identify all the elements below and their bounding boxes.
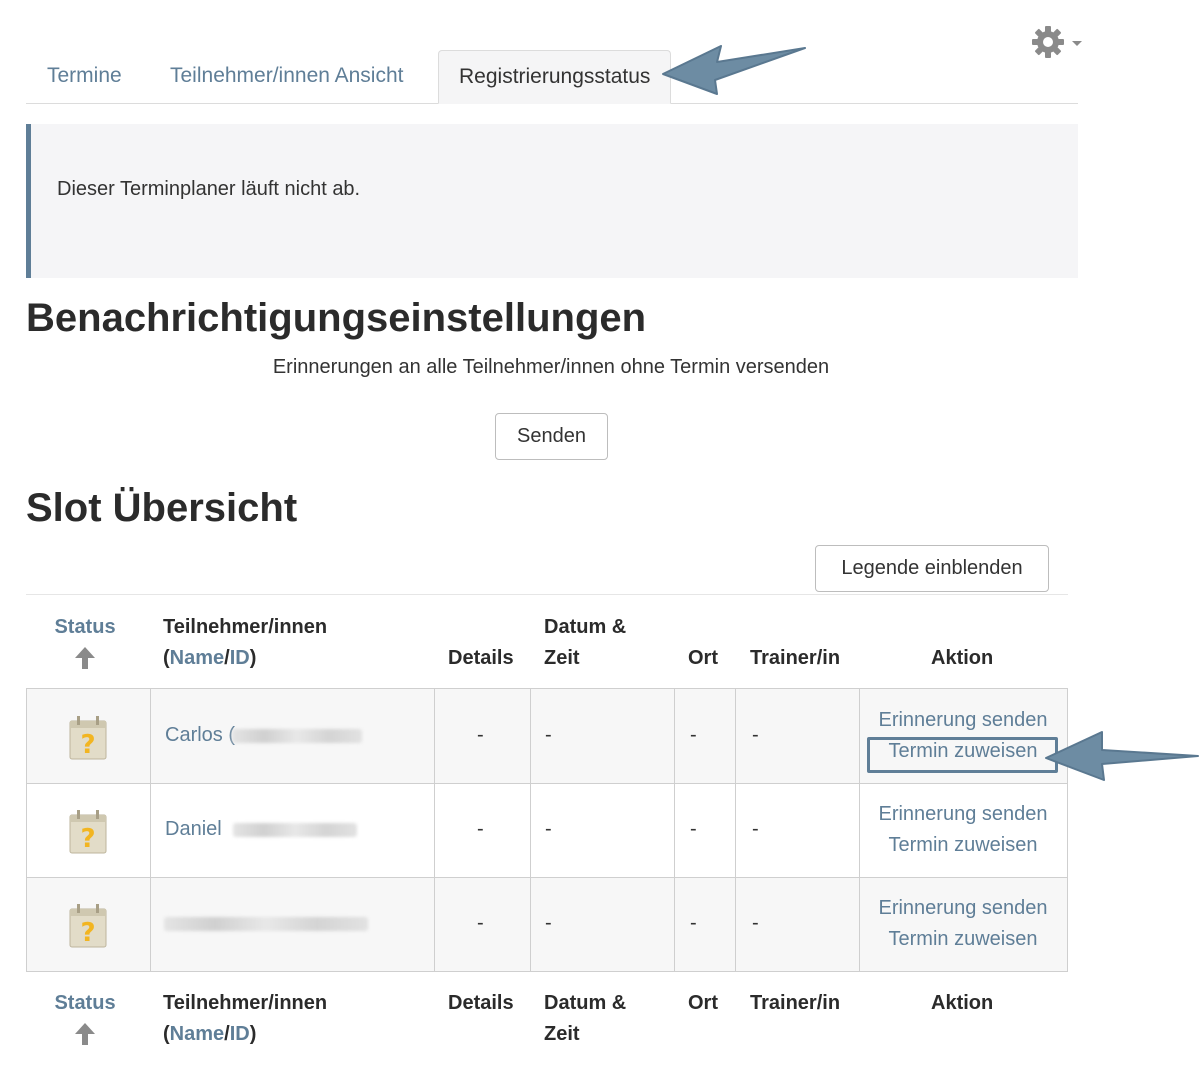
details-header: Details bbox=[448, 647, 514, 669]
svg-text:?: ? bbox=[80, 824, 95, 854]
highlight-box bbox=[867, 737, 1058, 773]
datetime-header-line1: Datum & bbox=[544, 992, 627, 1014]
send-reminder-link[interactable]: Erinnerung senden bbox=[859, 709, 1067, 732]
send-reminder-link[interactable]: Erinnerung senden bbox=[859, 803, 1067, 826]
status-sort-link[interactable]: Status bbox=[54, 992, 115, 1014]
tab-termine[interactable]: Termine bbox=[47, 50, 122, 104]
location-cell: - bbox=[690, 724, 697, 746]
notice-box: Dieser Terminplaner läuft nicht ab. bbox=[26, 124, 1078, 278]
table-top-divider bbox=[26, 594, 1068, 595]
tab-bar: Termine Teilnehmer/innen Ansicht Registr… bbox=[26, 50, 1078, 104]
calendar-question-icon: ? bbox=[69, 810, 107, 854]
redacted-name bbox=[232, 729, 362, 743]
send-button[interactable]: Senden bbox=[495, 413, 608, 460]
details-cell: - bbox=[477, 818, 484, 840]
sort-by-id-link[interactable]: ID bbox=[230, 647, 250, 669]
sort-by-name-link[interactable]: Name bbox=[170, 1023, 224, 1045]
details-header: Details bbox=[448, 992, 514, 1014]
participants-header: Teilnehmer/innen bbox=[163, 992, 328, 1014]
trainer-cell: - bbox=[752, 912, 759, 934]
redacted-name bbox=[233, 823, 357, 837]
trainer-header: Trainer/in bbox=[750, 647, 841, 669]
trainer-header: Trainer/in bbox=[750, 992, 841, 1014]
location-header: Ort bbox=[688, 992, 718, 1014]
assign-appointment-link[interactable]: Termin zuweisen bbox=[859, 834, 1067, 857]
datetime-cell: - bbox=[545, 724, 552, 746]
location-header: Ort bbox=[688, 647, 718, 669]
datetime-cell: - bbox=[545, 818, 552, 840]
paren-open: ( bbox=[163, 1023, 170, 1045]
datetime-header-line1: Datum & bbox=[544, 616, 627, 638]
participant-name-link[interactable]: Daniel bbox=[165, 818, 222, 841]
participant-name-link[interactable]: Carlos ( bbox=[165, 724, 235, 747]
datetime-header-line2: Zeit bbox=[544, 647, 580, 669]
redacted-name bbox=[164, 917, 368, 931]
send-reminder-link[interactable]: Erinnerung senden bbox=[859, 897, 1067, 920]
tab-participant-view[interactable]: Teilnehmer/innen Ansicht bbox=[170, 50, 403, 104]
paren-open: ( bbox=[163, 647, 170, 669]
datetime-header-line2: Zeit bbox=[544, 1023, 580, 1045]
chevron-down-icon bbox=[1072, 40, 1082, 46]
show-legend-button[interactable]: Legende einblenden bbox=[815, 545, 1049, 592]
details-cell: - bbox=[477, 724, 484, 746]
location-cell: - bbox=[690, 818, 697, 840]
svg-text:?: ? bbox=[80, 918, 95, 948]
sort-by-name-link[interactable]: Name bbox=[170, 647, 224, 669]
paren-close: ) bbox=[249, 1023, 257, 1045]
notice-text: Dieser Terminplaner läuft nicht ab. bbox=[57, 178, 361, 200]
callout-arrow-icon bbox=[662, 45, 806, 95]
status-sort-link[interactable]: Status bbox=[54, 616, 115, 638]
participants-header: Teilnehmer/innen bbox=[163, 616, 328, 638]
callout-arrow-icon bbox=[1045, 731, 1199, 781]
location-cell: - bbox=[690, 912, 697, 934]
calendar-question-icon: ? bbox=[69, 716, 107, 760]
notification-heading: Benachrichtigungseinstellungen bbox=[26, 296, 647, 340]
datetime-cell: - bbox=[545, 912, 552, 934]
reminder-description: Erinnerungen an alle Teilnehmer/innen oh… bbox=[272, 356, 830, 378]
svg-text:?: ? bbox=[80, 730, 95, 760]
trainer-cell: - bbox=[752, 818, 759, 840]
slot-overview-heading: Slot Übersicht bbox=[26, 486, 298, 530]
action-header: Aktion bbox=[931, 647, 994, 669]
sort-by-id-link[interactable]: ID bbox=[230, 1023, 250, 1045]
arrow-up-icon bbox=[75, 1023, 95, 1045]
trainer-cell: - bbox=[752, 724, 759, 746]
assign-appointment-link[interactable]: Termin zuweisen bbox=[859, 928, 1067, 951]
details-cell: - bbox=[477, 912, 484, 934]
arrow-up-icon bbox=[75, 647, 95, 669]
paren-close: ) bbox=[249, 647, 257, 669]
calendar-question-icon: ? bbox=[69, 904, 107, 948]
tab-registration-status[interactable]: Registrierungsstatus bbox=[438, 50, 672, 104]
action-header: Aktion bbox=[931, 992, 994, 1014]
